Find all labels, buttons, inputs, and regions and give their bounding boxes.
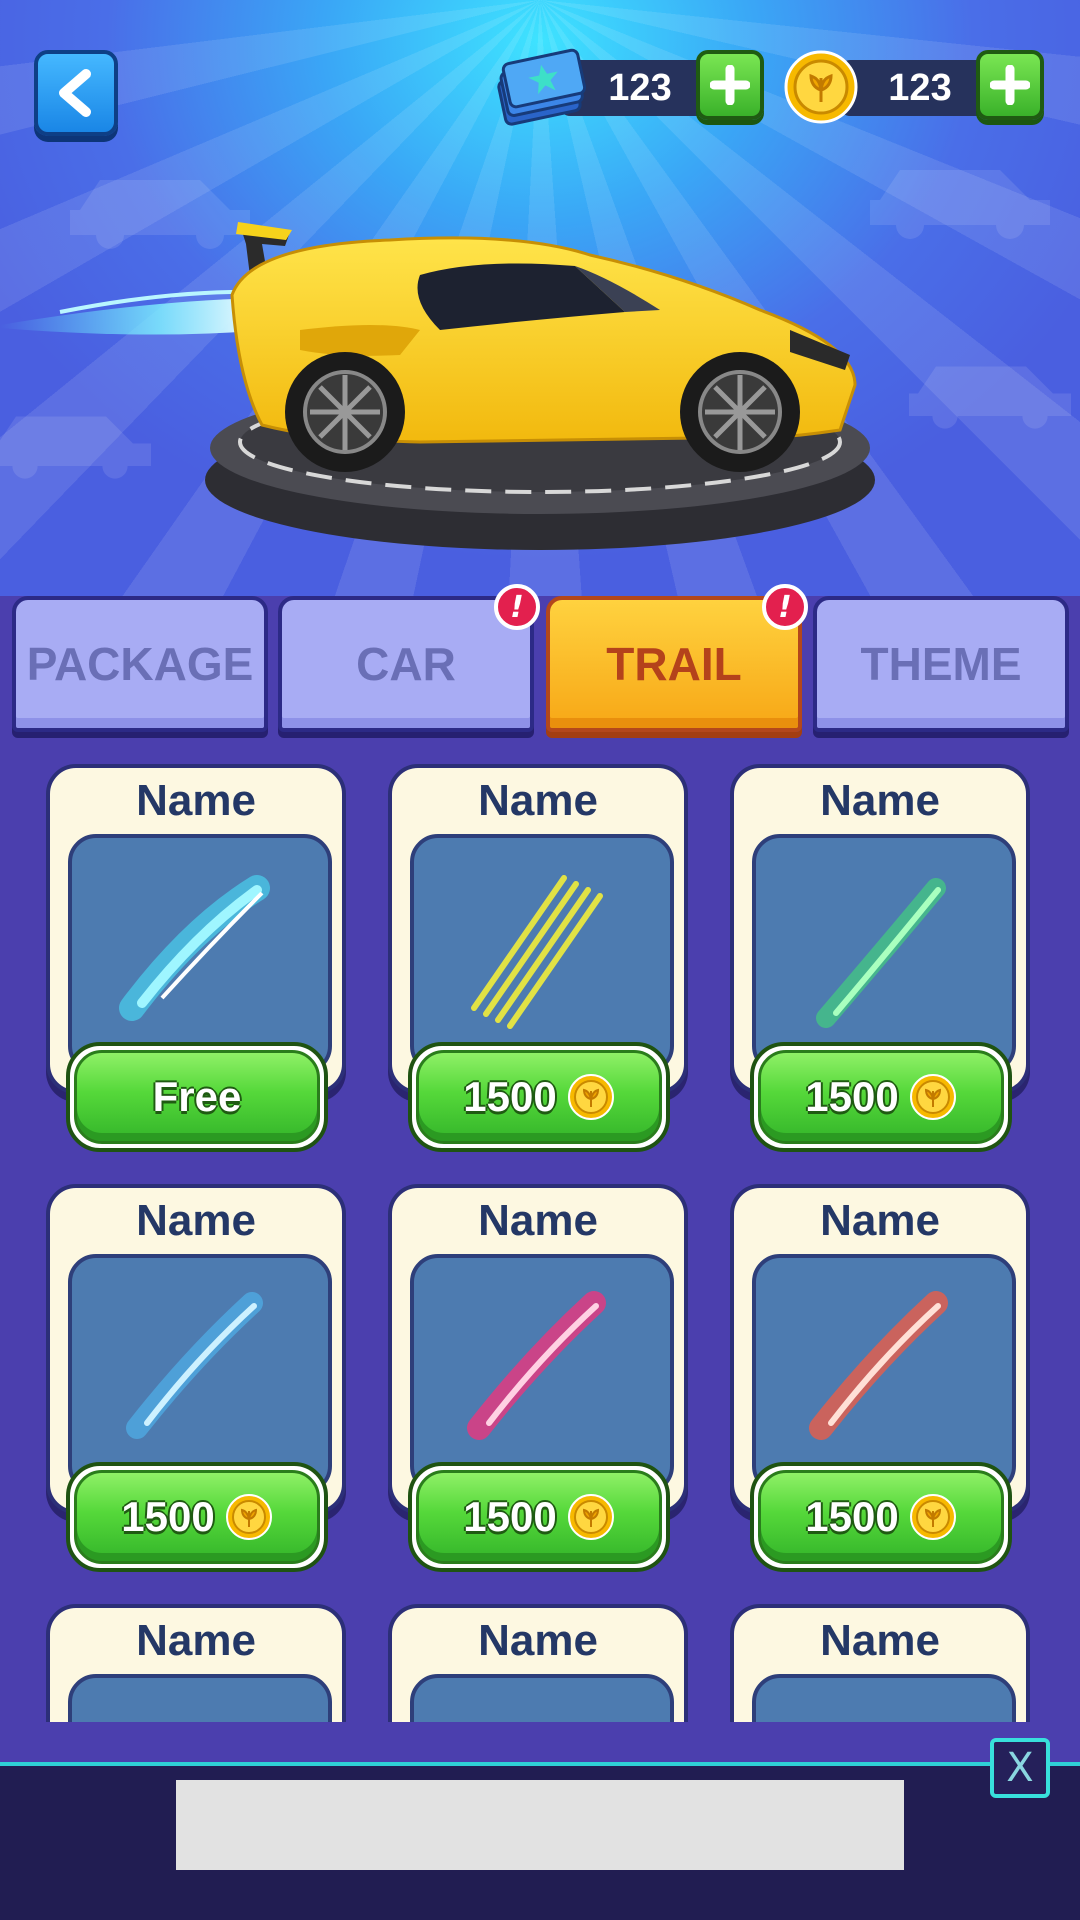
coin-icon: [225, 1494, 272, 1540]
hero-showcase: 123 123: [0, 0, 1080, 596]
tab-package[interactable]: PACKAGE: [12, 596, 268, 732]
trail-preview-image: [410, 1674, 674, 1722]
trail-icon: [467, 1291, 606, 1440]
trail-icon: [126, 1292, 263, 1439]
item-name: Name: [136, 1196, 256, 1245]
price-label: 1500: [463, 1493, 557, 1540]
buy-button[interactable]: 1500: [66, 1462, 328, 1572]
buy-button[interactable]: 1500: [750, 1042, 1012, 1152]
buy-button[interactable]: 1500: [408, 1042, 670, 1152]
trail-preview-image: [410, 1254, 674, 1494]
ad-placeholder[interactable]: [176, 1780, 904, 1870]
tab-label: THEME: [860, 638, 1022, 690]
plus-icon: [710, 65, 750, 105]
trail-preview-image: [68, 1254, 332, 1494]
coin-icon: [909, 1074, 956, 1120]
car-preview: [0, 222, 875, 550]
item-name: Name: [478, 1616, 598, 1665]
item-name: Name: [820, 1196, 940, 1245]
add-coins-button[interactable]: [976, 50, 1044, 120]
trail-preview-image: [68, 1674, 332, 1722]
item-name: Name: [820, 776, 940, 825]
trail-icon: [809, 1291, 948, 1440]
trail-preview-image: [752, 834, 1016, 1074]
trail-preview-image: [68, 834, 332, 1074]
close-ad-button[interactable]: X: [990, 1738, 1050, 1798]
notification-badge: !: [762, 584, 808, 630]
item-name: Name: [820, 1616, 940, 1665]
close-icon: X: [1006, 1745, 1034, 1791]
tab-label: PACKAGE: [26, 638, 254, 690]
trail-item-grid: Name Name Name Name Name Name Name Name …: [0, 736, 1080, 1722]
buy-button[interactable]: 1500: [408, 1462, 670, 1572]
item-name: Name: [136, 1616, 256, 1665]
chevron-left-icon: [59, 69, 91, 117]
trail-preview-image: [752, 1674, 1016, 1722]
coin-icon: [784, 50, 858, 124]
coin-count: 123: [888, 66, 952, 109]
price-label: 1500: [805, 1073, 899, 1120]
ticket-icon: [497, 48, 586, 126]
back-button[interactable]: [34, 50, 118, 136]
trail-preview-image: [410, 834, 674, 1074]
tab-label: CAR: [356, 638, 456, 690]
coin-icon: [567, 1494, 614, 1540]
trail-icon: [119, 875, 270, 1021]
trail-item-card[interactable]: Name: [46, 1604, 346, 1722]
price-label: 1500: [805, 1493, 899, 1540]
ticket-count: 123: [608, 66, 672, 109]
free-claim-button[interactable]: Free: [66, 1042, 328, 1152]
plus-icon: [990, 65, 1030, 105]
trail-icon: [816, 878, 946, 1028]
item-name: Name: [478, 776, 598, 825]
trail-item-card[interactable]: Name: [730, 1604, 1030, 1722]
notification-badge: !: [494, 584, 540, 630]
coin-icon: [909, 1494, 956, 1540]
category-tabs: PACKAGE CAR TRAIL THEME ! !: [0, 584, 1080, 732]
tab-theme[interactable]: THEME: [813, 596, 1069, 732]
tab-label: TRAIL: [606, 638, 742, 690]
price-label: 1500: [463, 1073, 557, 1120]
ad-banner: X: [0, 1738, 1080, 1920]
buy-button[interactable]: 1500: [750, 1462, 1012, 1572]
price-label: 1500: [121, 1493, 215, 1540]
item-name: Name: [478, 1196, 598, 1245]
trail-preview-image: [752, 1254, 1016, 1494]
trail-icon: [471, 875, 603, 1029]
coin-icon: [567, 1074, 614, 1120]
trail-item-card[interactable]: Name: [388, 1604, 688, 1722]
add-tickets-button[interactable]: [696, 50, 764, 120]
price-label: Free: [152, 1073, 242, 1120]
item-name: Name: [136, 776, 256, 825]
